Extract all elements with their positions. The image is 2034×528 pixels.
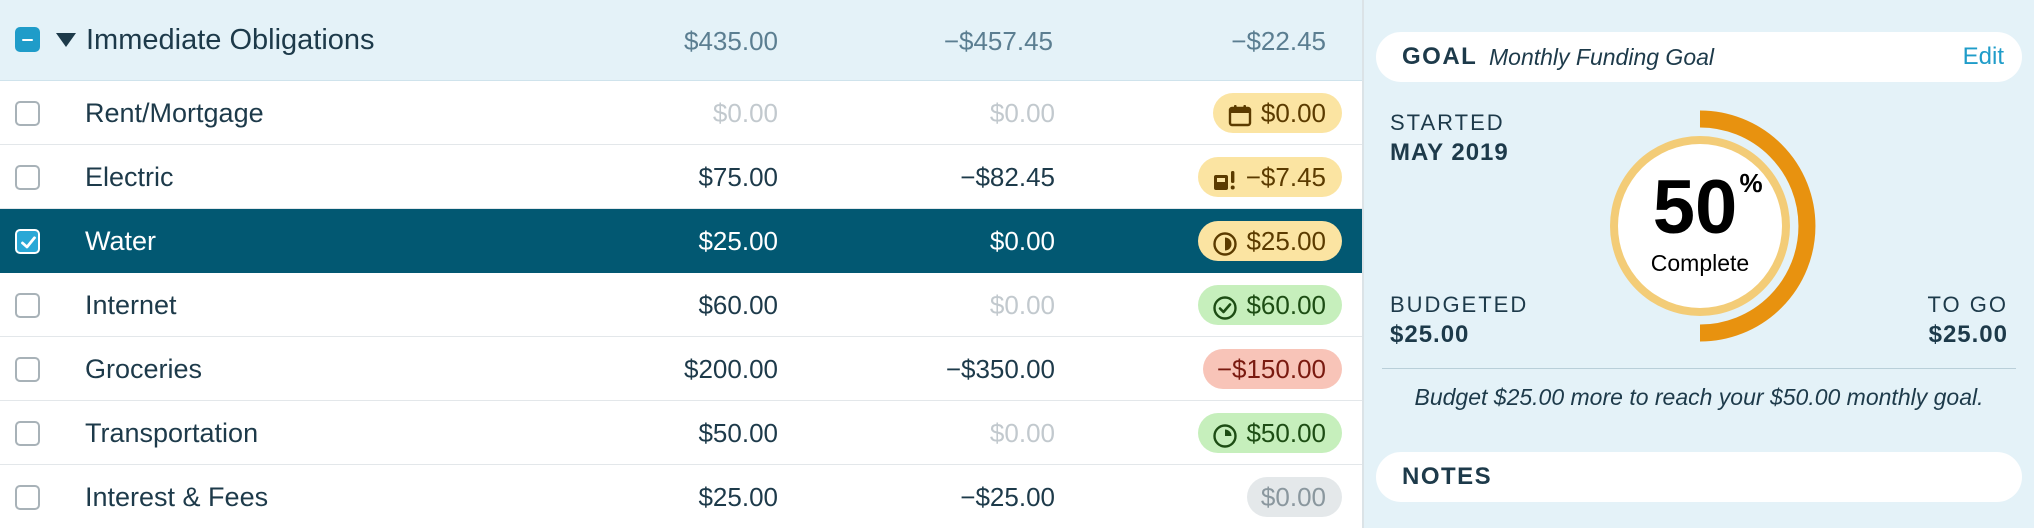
available-pill[interactable]: $60.00 bbox=[1198, 285, 1342, 325]
budgeted-cell[interactable]: $25.00 bbox=[560, 478, 778, 516]
available-pill[interactable]: −$150.00 bbox=[1202, 349, 1342, 389]
category-row-rent-mortgage[interactable]: Rent/Mortgage $0.00 $0.00 $0.00 bbox=[0, 81, 1362, 145]
category-name[interactable]: Water bbox=[85, 221, 156, 261]
available-pill[interactable]: $0.00 bbox=[1212, 93, 1342, 133]
goal-header-card: GOAL Monthly Funding Goal Edit bbox=[1376, 32, 2022, 82]
goal-progress-ring: 50 % Complete bbox=[1599, 102, 1839, 352]
category-row-internet[interactable]: Internet $60.00 $0.00 $60.00 bbox=[0, 273, 1362, 337]
available-amount: $25.00 bbox=[1246, 226, 1326, 256]
budgeted-cell[interactable]: $50.00 bbox=[560, 414, 778, 452]
activity-cell[interactable]: −$25.00 bbox=[835, 478, 1055, 516]
available-pill[interactable]: $0.00 bbox=[1246, 477, 1342, 517]
collapse-caret-icon[interactable] bbox=[56, 33, 76, 47]
budget-table: Immediate Obligations $435.00 −$457.45 −… bbox=[0, 0, 1362, 528]
available-amount: $50.00 bbox=[1246, 418, 1326, 448]
category-row-electric[interactable]: Electric $75.00 −$82.45 −$7.45 bbox=[0, 145, 1362, 209]
started-label: STARTED bbox=[1390, 110, 1505, 135]
inspector-divider bbox=[1382, 368, 2016, 369]
goal-message: Budget $25.00 more to reach your $50.00 … bbox=[1414, 384, 1984, 410]
budgeted-value: $25.00 bbox=[1390, 321, 1470, 348]
budgeted-label: BUDGETED bbox=[1390, 292, 1529, 317]
goal-type: Monthly Funding Goal bbox=[1489, 44, 1715, 70]
overspent-warning-icon bbox=[1212, 164, 1238, 190]
available-amount: $0.00 bbox=[1260, 98, 1326, 128]
budgeted-cell[interactable]: $200.00 bbox=[560, 350, 778, 388]
activity-cell[interactable]: $0.00 bbox=[835, 222, 1055, 260]
row-checkbox[interactable] bbox=[15, 165, 40, 190]
row-checkbox[interactable] bbox=[15, 357, 40, 382]
activity-cell[interactable]: $0.00 bbox=[835, 94, 1055, 132]
row-checkbox-checked[interactable] bbox=[15, 229, 40, 254]
row-checkbox[interactable] bbox=[15, 485, 40, 510]
activity-cell[interactable]: −$82.45 bbox=[835, 158, 1055, 196]
activity-cell[interactable]: $0.00 bbox=[835, 414, 1055, 452]
percent-value: 50 bbox=[1653, 165, 1738, 250]
available-pill[interactable]: $25.00 bbox=[1198, 221, 1342, 261]
group-budgeted: $435.00 bbox=[684, 26, 778, 56]
category-name[interactable]: Interest & Fees bbox=[85, 477, 268, 517]
available-pill[interactable]: −$7.45 bbox=[1197, 157, 1342, 197]
activity-cell[interactable]: $0.00 bbox=[835, 286, 1055, 324]
checkmark-icon bbox=[21, 236, 36, 249]
category-inspector: GOAL Monthly Funding Goal Edit STARTED M… bbox=[1364, 0, 2034, 528]
available-pill[interactable]: $50.00 bbox=[1198, 413, 1342, 453]
row-checkbox[interactable] bbox=[15, 293, 40, 318]
available-amount: $0.00 bbox=[1260, 482, 1326, 512]
to-go-label: TO GO bbox=[1927, 292, 2008, 317]
row-checkbox[interactable] bbox=[15, 101, 40, 126]
calendar-icon bbox=[1227, 100, 1253, 127]
budgeted-cell[interactable]: $75.00 bbox=[560, 158, 778, 196]
to-go-value: $25.00 bbox=[1928, 321, 2008, 348]
notes-card[interactable]: NOTES bbox=[1376, 452, 2022, 502]
half-funded-icon bbox=[1212, 228, 1238, 256]
category-row-interest-fees[interactable]: Interest & Fees $25.00 −$25.00 $0.00 bbox=[0, 465, 1362, 528]
group-activity: −$457.45 bbox=[943, 26, 1053, 56]
category-name[interactable]: Rent/Mortgage bbox=[85, 93, 264, 133]
goal-heading: GOAL bbox=[1402, 43, 1478, 70]
available-amount: $60.00 bbox=[1246, 290, 1326, 320]
partial-progress-icon bbox=[1212, 420, 1238, 448]
budgeted-cell[interactable]: $60.00 bbox=[560, 286, 778, 324]
category-row-groceries[interactable]: Groceries $200.00 −$350.00 −$150.00 bbox=[0, 337, 1362, 401]
category-row-transportation[interactable]: Transportation $50.00 $0.00 $50.00 bbox=[0, 401, 1362, 465]
row-checkbox[interactable] bbox=[15, 421, 40, 446]
budgeted-cell[interactable]: $25.00 bbox=[560, 222, 778, 260]
budgeted-cell[interactable]: $0.00 bbox=[560, 94, 778, 132]
category-row-water[interactable]: Water $25.00 $0.00 $25.00 bbox=[0, 209, 1362, 273]
category-group-row[interactable]: Immediate Obligations $435.00 −$457.45 −… bbox=[0, 0, 1362, 81]
check-circle-icon bbox=[1212, 292, 1238, 320]
activity-cell[interactable]: −$350.00 bbox=[835, 350, 1055, 388]
available-amount: −$7.45 bbox=[1245, 162, 1326, 192]
group-checkbox[interactable] bbox=[15, 27, 40, 52]
percent-sign: % bbox=[1739, 168, 1762, 198]
category-name[interactable]: Transportation bbox=[85, 413, 258, 453]
category-name[interactable]: Electric bbox=[85, 157, 174, 197]
edit-goal-button[interactable]: Edit bbox=[1963, 42, 2004, 72]
group-available: −$22.45 bbox=[1231, 26, 1326, 56]
category-name[interactable]: Groceries bbox=[85, 349, 202, 389]
notes-heading: NOTES bbox=[1402, 463, 1493, 490]
category-name[interactable]: Internet bbox=[85, 285, 177, 325]
complete-label: Complete bbox=[1651, 250, 1749, 276]
available-amount: −$150.00 bbox=[1216, 354, 1326, 384]
group-name[interactable]: Immediate Obligations bbox=[86, 20, 375, 60]
started-value: MAY 2019 bbox=[1390, 139, 1509, 166]
